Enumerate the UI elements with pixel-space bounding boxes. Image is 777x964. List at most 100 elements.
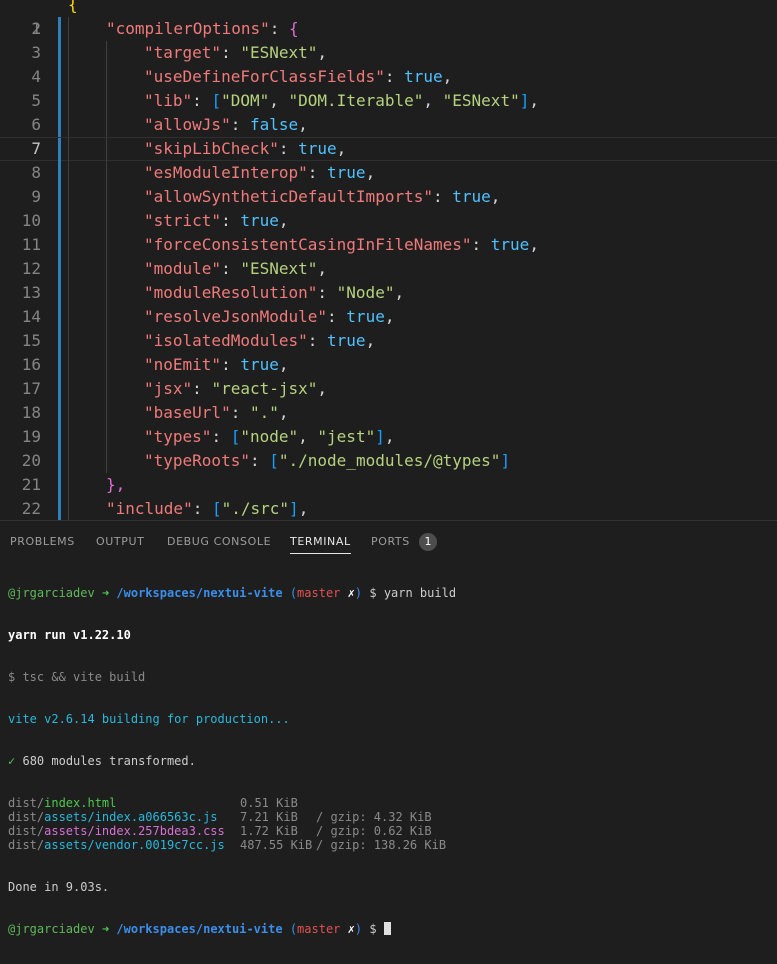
line-number: 22 xyxy=(21,499,41,518)
prompt-arrow: ➜ xyxy=(101,922,110,936)
indent-guide xyxy=(106,305,107,329)
json-value: true xyxy=(240,355,279,374)
code-text: "include": ["./src"], xyxy=(106,499,309,518)
indent-guide xyxy=(68,138,69,162)
code-line[interactable]: 18 "baseUrl": ".", xyxy=(0,401,777,425)
transformed-line: ✓ 680 modules transformed. xyxy=(8,754,773,768)
code-text: }, xyxy=(106,473,125,497)
indent-guide xyxy=(68,161,69,185)
code-line[interactable]: 20 "typeRoots": ["./node_modules/@types"] xyxy=(0,449,777,473)
file-gzip-size: / gzip: 138.26 KiB xyxy=(316,838,447,852)
code-line[interactable]: 2 "compilerOptions": { xyxy=(0,17,777,41)
yarn-version-line: yarn run v1.22.10 xyxy=(8,628,131,642)
json-value: "ESNext" xyxy=(240,43,318,62)
modified-indicator xyxy=(58,185,61,209)
code-line[interactable]: 3 "target": "ESNext", xyxy=(0,41,777,65)
code-line[interactable]: 5 "lib": ["DOM", "DOM.Iterable", "ESNext"… xyxy=(0,89,777,113)
code-line[interactable]: 14 "resolveJsonModule": true, xyxy=(0,305,777,329)
json-value: true xyxy=(327,163,366,182)
code-text: "lib": ["DOM", "DOM.Iterable", "ESNext"]… xyxy=(144,91,539,110)
panel-tab-bar: PROBLEMS OUTPUT DEBUG CONSOLE TERMINAL P… xyxy=(0,521,777,561)
json-value: false xyxy=(249,115,299,134)
vite-build-line: vite v2.6.14 building for production... xyxy=(8,712,290,726)
json-key: "skipLibCheck" xyxy=(144,139,279,158)
indent-guide xyxy=(68,185,69,209)
indent-guide xyxy=(68,401,69,425)
json-key: "resolveJsonModule" xyxy=(144,307,328,326)
indent-guide xyxy=(68,377,69,401)
indent-guide xyxy=(68,113,69,137)
file-name: assets/index.257bdea3.css xyxy=(44,824,225,838)
line-number: 9 xyxy=(31,187,41,206)
line-number: 11 xyxy=(21,235,41,254)
code-editor[interactable]: 1 { 2 "compilerOptions": {3 "target": "ESN… xyxy=(0,0,777,520)
modified-indicator xyxy=(58,41,61,65)
code-line[interactable]: 6 "allowJs": false, xyxy=(0,113,777,137)
code-line[interactable]: 21}, xyxy=(0,473,777,497)
indent-guide xyxy=(106,377,107,401)
code-line[interactable]: 15 "isolatedModules": true, xyxy=(0,329,777,353)
json-array-item: "DOM" xyxy=(221,91,270,110)
file-dir: dist/ xyxy=(8,796,45,810)
json-array-item: "jest" xyxy=(317,427,376,446)
modified-indicator xyxy=(58,281,61,305)
build-file-line: dist/assets/vendor.0019c7cc.js 487.55 KiB… xyxy=(8,838,773,852)
line-number: 15 xyxy=(21,331,41,350)
indent-guide xyxy=(68,473,69,497)
json-key: "esModuleInterop" xyxy=(144,163,308,182)
json-array-item: "./src" xyxy=(221,499,290,518)
indent-guide xyxy=(68,497,69,520)
code-line[interactable]: 13 "moduleResolution": "Node", xyxy=(0,281,777,305)
json-array-item: "ESNext" xyxy=(442,91,520,110)
code-line[interactable]: 11 "forceConsistentCasingInFileNames": tr… xyxy=(0,233,777,257)
json-key: "allowJs" xyxy=(144,115,231,134)
terminal-output[interactable]: @jrgarciadev ➜ /workspaces/nextui-vite (… xyxy=(8,558,773,964)
file-path: dist/index.html xyxy=(8,796,240,810)
opening-brace: { xyxy=(289,19,299,38)
code-text: "esModuleInterop": true, xyxy=(144,163,376,182)
file-size: 1.72 KiB xyxy=(240,824,298,838)
code-text: "moduleResolution": "Node", xyxy=(144,283,405,302)
line-number: 10 xyxy=(21,211,41,230)
code-line[interactable]: 8 "esModuleInterop": true, xyxy=(0,161,777,185)
line-number: 19 xyxy=(21,427,41,446)
indent-guide xyxy=(68,233,69,257)
file-name: index.html xyxy=(44,796,117,810)
file-size: 7.21 KiB xyxy=(240,810,298,824)
code-line[interactable]: 19 "types": ["node", "jest"], xyxy=(0,425,777,449)
tab-problems[interactable]: PROBLEMS xyxy=(10,533,75,553)
modified-indicator xyxy=(58,305,61,329)
branch-dirty-mark: ✗ xyxy=(347,586,355,600)
bottom-panel: PROBLEMS OUTPUT DEBUG CONSOLE TERMINAL P… xyxy=(0,520,777,936)
file-path: dist/assets/vendor.0019c7cc.js xyxy=(8,838,240,852)
tab-debug-console[interactable]: DEBUG CONSOLE xyxy=(167,533,271,553)
tab-ports[interactable]: PORTS xyxy=(371,533,410,553)
tab-output[interactable]: OUTPUT xyxy=(96,533,144,553)
code-line[interactable]: 7 "skipLibCheck": true, xyxy=(0,137,777,162)
terminal-command: yarn build xyxy=(383,586,457,600)
modified-indicator xyxy=(58,113,61,137)
terminal-user: @jrgarciadev xyxy=(8,922,95,936)
line-number: 7 xyxy=(31,139,41,158)
code-text: "jsx": "react-jsx", xyxy=(144,379,328,398)
indent-guide xyxy=(106,257,107,281)
modified-indicator xyxy=(58,17,61,41)
line-number: 6 xyxy=(31,115,41,134)
file-path: dist/assets/index.a066563c.js xyxy=(8,810,240,824)
code-line[interactable]: 17 "jsx": "react-jsx", xyxy=(0,377,777,401)
code-line[interactable]: 10 "strict": true, xyxy=(0,209,777,233)
modified-indicator xyxy=(58,138,61,162)
code-line[interactable]: 9 "allowSyntheticDefaultImports": true, xyxy=(0,185,777,209)
code-line[interactable]: 12 "module": "ESNext", xyxy=(0,257,777,281)
tab-terminal[interactable]: TERMINAL xyxy=(290,533,351,554)
code-line[interactable]: 1 { xyxy=(0,0,777,38)
code-line[interactable]: 22 "include": ["./src"], xyxy=(0,497,777,520)
code-line[interactable]: 4 "useDefineForClassFields": true, xyxy=(0,65,777,89)
indent-guide xyxy=(68,209,69,233)
code-text: "baseUrl": ".", xyxy=(144,403,289,422)
code-line[interactable]: 16 "noEmit": true, xyxy=(0,353,777,377)
json-value: true xyxy=(327,331,366,350)
json-key: "allowSyntheticDefaultImports" xyxy=(144,187,433,206)
indent-guide xyxy=(68,17,69,41)
build-file-line: dist/assets/index.a066563c.js 7.21 KiB / g… xyxy=(8,810,773,824)
